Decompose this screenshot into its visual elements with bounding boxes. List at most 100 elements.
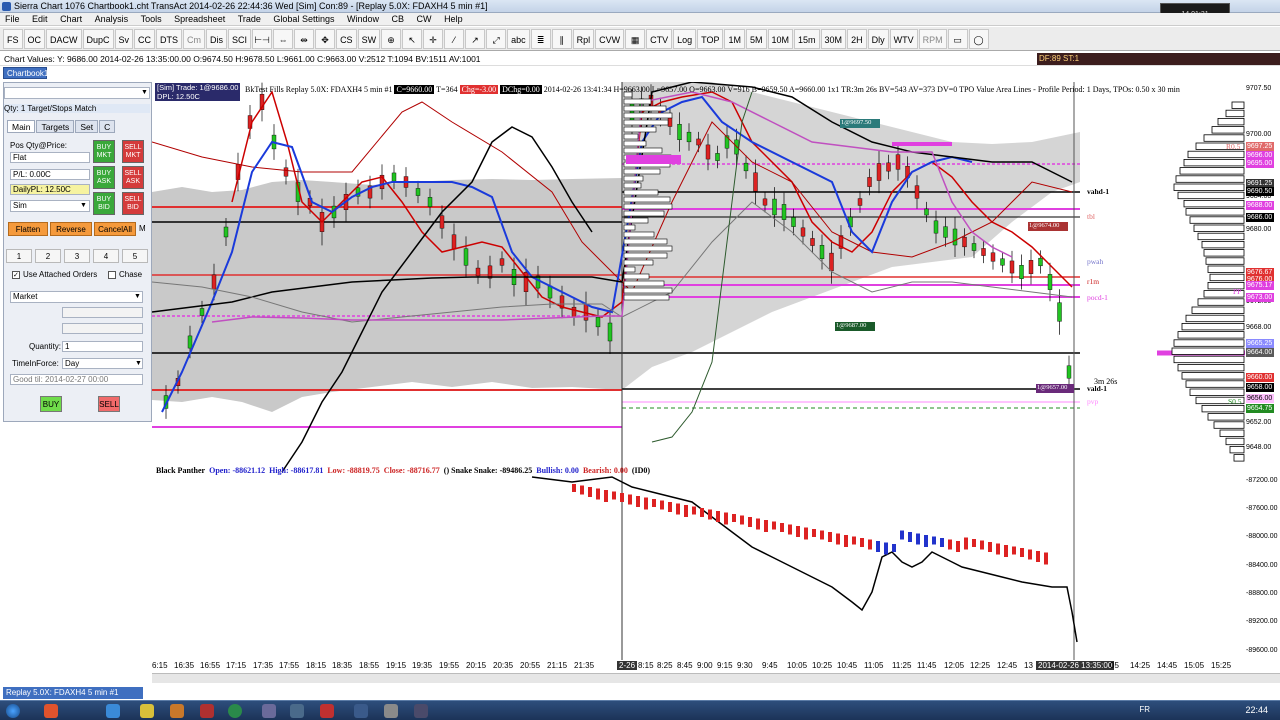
toolbar-log-button[interactable]: Log bbox=[673, 29, 697, 49]
chevron-down-icon[interactable]: ▼ bbox=[135, 360, 142, 367]
crosshair-icon[interactable]: ✛ bbox=[423, 29, 444, 49]
toolbar-dupc-button[interactable]: DupC bbox=[82, 29, 114, 49]
menu-tools[interactable]: Tools bbox=[136, 13, 167, 26]
bar-width-icon[interactable]: ⊢⊣ bbox=[252, 29, 273, 49]
flatten-button[interactable]: Flatten bbox=[8, 222, 48, 236]
taskbar-app-icon[interactable] bbox=[354, 704, 368, 718]
toolbar-abc-button[interactable]: abc bbox=[507, 29, 530, 49]
toolbar-wtv-button[interactable]: WTV bbox=[889, 29, 918, 49]
reverse-button[interactable]: Reverse bbox=[50, 222, 92, 236]
toolbar-rpl-button[interactable]: Rpl bbox=[572, 29, 595, 49]
price-field-1[interactable] bbox=[62, 307, 143, 318]
toolbar-1m-button[interactable]: 1M bbox=[724, 29, 745, 49]
tab-c[interactable]: C bbox=[99, 120, 116, 133]
qty-preset-5[interactable]: 5 bbox=[122, 249, 148, 263]
ray-icon[interactable]: ↗ bbox=[465, 29, 486, 49]
menu-file[interactable]: File bbox=[0, 13, 25, 26]
compress-icon[interactable]: ⇹ bbox=[294, 29, 315, 49]
menu-window[interactable]: Window bbox=[342, 13, 384, 26]
price-chart[interactable] bbox=[152, 82, 1246, 660]
toolbar-top-button[interactable]: TOP bbox=[697, 29, 724, 49]
language-indicator[interactable]: FR bbox=[1139, 705, 1150, 714]
pointer-icon[interactable]: ↖ bbox=[402, 29, 423, 49]
expand-icon[interactable]: ⇔ bbox=[273, 29, 294, 49]
chartbook-tab[interactable]: Chartbook1 bbox=[3, 67, 48, 79]
tab-main[interactable]: Main bbox=[7, 120, 36, 133]
toolbar-2h-button[interactable]: 2H bbox=[847, 29, 867, 49]
menu-chart[interactable]: Chart bbox=[55, 13, 87, 26]
buy-market-button[interactable]: BUY MKT bbox=[93, 140, 115, 163]
toolbar-fs-button[interactable]: FS bbox=[3, 29, 23, 49]
account-field[interactable]: Sim bbox=[10, 200, 90, 212]
grid-icon[interactable]: ▦ bbox=[625, 29, 646, 49]
start-icon[interactable] bbox=[6, 704, 20, 718]
qty-preset-2[interactable]: 2 bbox=[35, 249, 61, 263]
quantity-field[interactable]: 1 bbox=[62, 341, 143, 352]
sell-button[interactable]: SELL bbox=[98, 396, 120, 412]
toolbar-cs-button[interactable]: CS bbox=[336, 29, 357, 49]
taskbar-app-icon[interactable] bbox=[290, 704, 304, 718]
m-button[interactable]: M bbox=[139, 224, 146, 233]
taskbar-app-icon[interactable] bbox=[170, 704, 184, 718]
toolbar-15m-button[interactable]: 15m bbox=[794, 29, 820, 49]
taskbar-app-icon[interactable] bbox=[106, 704, 120, 718]
tab-set[interactable]: Set bbox=[75, 120, 99, 133]
qty-preset-1[interactable]: 1 bbox=[6, 249, 32, 263]
rect-icon[interactable]: ▭ bbox=[947, 29, 968, 49]
cancel-all-button[interactable]: CancelAll bbox=[94, 222, 136, 236]
toolbar-cm-button[interactable]: Cm bbox=[183, 29, 206, 49]
menu-global-settings[interactable]: Global Settings bbox=[268, 13, 339, 26]
toolbar-dacw-button[interactable]: DACW bbox=[46, 29, 82, 49]
move-icon[interactable]: ✥ bbox=[315, 29, 336, 49]
taskbar-app-icon[interactable] bbox=[44, 704, 58, 718]
buy-button[interactable]: BUY bbox=[40, 396, 62, 412]
toolbar-sw-button[interactable]: SW bbox=[357, 29, 381, 49]
taskbar-app-icon[interactable] bbox=[414, 704, 428, 718]
fib-icon[interactable]: ≣ bbox=[530, 29, 551, 49]
toolbar-rpm-button[interactable]: RPM bbox=[918, 29, 947, 49]
toolbar-sci-button[interactable]: SCI bbox=[228, 29, 252, 49]
taskbar-app-icon[interactable] bbox=[140, 704, 154, 718]
toolbar-dis-button[interactable]: Dis bbox=[206, 29, 228, 49]
toolbar-30m-button[interactable]: 30M bbox=[820, 29, 847, 49]
zoom-icon[interactable]: ⊕ bbox=[381, 29, 402, 49]
taskbar-app-icon[interactable] bbox=[320, 704, 334, 718]
sell-ask-button[interactable]: SELL ASK bbox=[122, 166, 144, 189]
toolbar-oc-button[interactable]: OC bbox=[23, 29, 46, 49]
toolbar-ctv-button[interactable]: CTV bbox=[646, 29, 673, 49]
buy-ask-button[interactable]: BUY ASK bbox=[93, 166, 115, 189]
toolbar-cc-button[interactable]: CC bbox=[134, 29, 156, 49]
tif-select[interactable]: Day bbox=[62, 358, 143, 369]
ellipse-icon[interactable]: ◯ bbox=[968, 29, 989, 49]
account-selector[interactable] bbox=[4, 87, 150, 99]
horizontal-scrollbar[interactable] bbox=[152, 673, 1280, 683]
extend-line-icon[interactable]: ⤢ bbox=[486, 29, 507, 49]
qty-preset-3[interactable]: 3 bbox=[64, 249, 90, 263]
taskbar-app-icon[interactable] bbox=[384, 704, 398, 718]
toolbar-5m-button[interactable]: 5M bbox=[746, 29, 767, 49]
tab-targets[interactable]: Targets bbox=[36, 120, 75, 133]
taskbar-app-icon[interactable] bbox=[228, 704, 242, 718]
menu-edit[interactable]: Edit bbox=[27, 13, 53, 26]
line-icon[interactable]: ⁄ bbox=[444, 29, 465, 49]
toolbar-10m-button[interactable]: 10M bbox=[767, 29, 794, 49]
menu-cb[interactable]: CB bbox=[387, 13, 410, 26]
price-field-2[interactable] bbox=[62, 323, 143, 334]
menu-analysis[interactable]: Analysis bbox=[90, 13, 134, 26]
toolbar-sv-button[interactable]: Sv bbox=[114, 29, 134, 49]
replay-window-tab[interactable]: Replay 5.0X: FDAXH4 5 min #1 bbox=[3, 687, 143, 699]
channel-icon[interactable]: ∥ bbox=[551, 29, 572, 49]
taskbar-app-icon[interactable] bbox=[262, 704, 276, 718]
toolbar-cvw-button[interactable]: CVW bbox=[595, 29, 625, 49]
buy-bid-button[interactable]: BUY BID bbox=[93, 192, 115, 215]
qty-preset-4[interactable]: 4 bbox=[93, 249, 119, 263]
toolbar-dts-button[interactable]: DTS bbox=[156, 29, 183, 49]
chevron-down-icon[interactable]: ▼ bbox=[141, 89, 148, 96]
taskbar-app-icon[interactable] bbox=[200, 704, 214, 718]
chevron-down-icon[interactable]: ▼ bbox=[134, 293, 141, 300]
menu-trade[interactable]: Trade bbox=[233, 13, 266, 26]
chevron-down-icon[interactable]: ▼ bbox=[80, 202, 87, 209]
sell-market-button[interactable]: SELL MKT bbox=[122, 140, 144, 163]
chase-checkbox[interactable] bbox=[108, 271, 116, 279]
good-til-field[interactable]: Good til: 2014-02-27 00:00 bbox=[10, 374, 143, 385]
